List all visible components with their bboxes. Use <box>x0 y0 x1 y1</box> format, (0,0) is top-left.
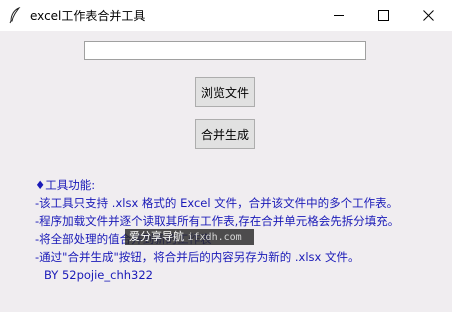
feather-pen-icon <box>8 6 22 24</box>
info-line: ♦工具功能: <box>35 178 96 192</box>
info-line: -程序加载文件并逐个读取其所有工作表,存在合并单元格会先拆分填充。 <box>35 214 400 228</box>
minimize-button[interactable] <box>316 0 361 31</box>
watermark-url: ifxdh.com <box>187 232 242 243</box>
author-credit: BY 52pojie_chh322 <box>44 268 153 282</box>
file-path-input[interactable] <box>84 41 366 60</box>
info-line: -该工具只支持 .xlsx 格式的 Excel 文件，合并该文件中的多个工作表。 <box>35 196 399 210</box>
watermark-text: 爱分享导航 <box>129 230 184 243</box>
watermark-overlay: 爱分享导航 ifxdh.com <box>125 229 254 245</box>
app-window: excel工作表合并工具 浏览文件 合并生成 ♦工具功能: -该工具只支持 .x… <box>0 0 452 312</box>
maximize-icon <box>378 10 389 21</box>
browse-file-button[interactable]: 浏览文件 <box>195 77 255 107</box>
minimize-icon <box>334 15 344 16</box>
info-line: -通过"合并生成"按钮，将合并后的内容另存为新的 .xlsx 文件。 <box>35 250 360 264</box>
close-icon <box>423 10 434 21</box>
close-button[interactable] <box>406 0 451 31</box>
title-bar[interactable]: excel工作表合并工具 <box>0 0 452 31</box>
merge-generate-button[interactable]: 合并生成 <box>195 119 255 149</box>
maximize-button[interactable] <box>361 0 406 31</box>
window-title: excel工作表合并工具 <box>30 9 146 23</box>
